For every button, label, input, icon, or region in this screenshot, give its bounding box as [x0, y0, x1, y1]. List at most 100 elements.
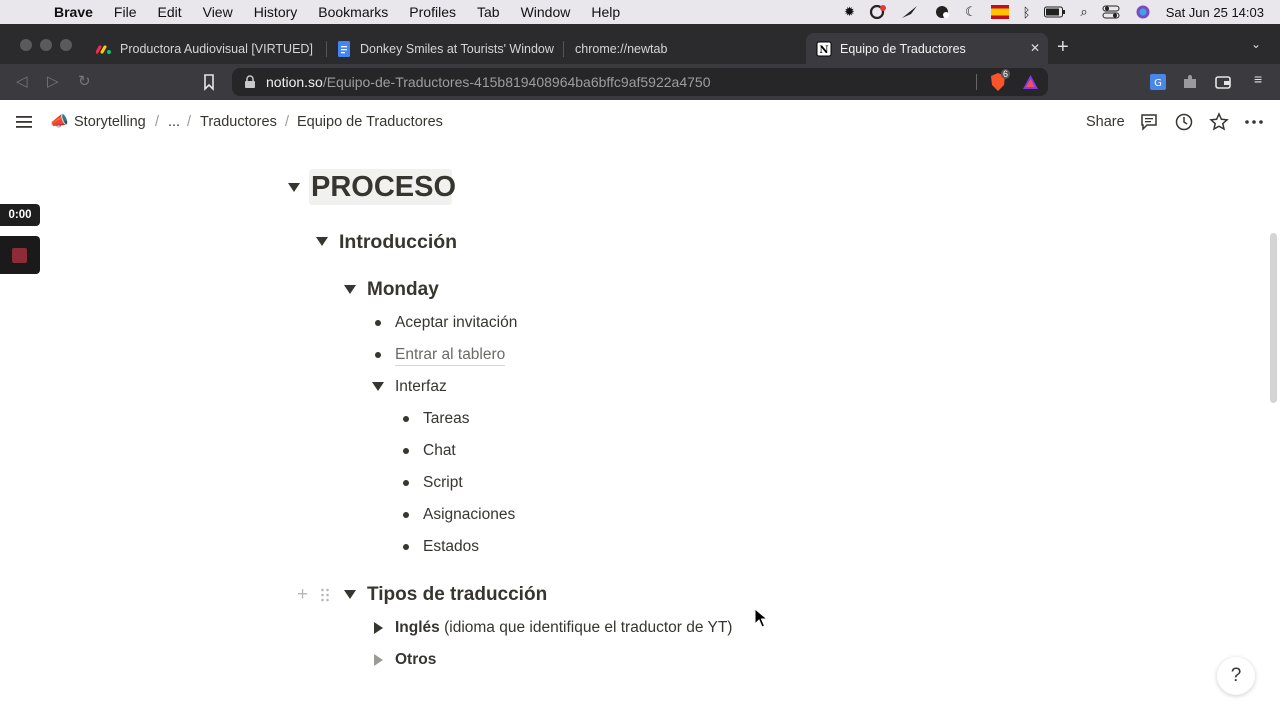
toggle-arrow-closed-icon[interactable]: [374, 622, 383, 634]
tab-search-chevron-icon[interactable]: ⌄: [1251, 37, 1261, 51]
tab-label: Productora Audiovisual [VIRTUED]: [120, 41, 313, 56]
breadcrumb-ellipsis[interactable]: ...: [168, 114, 180, 130]
list-item[interactable]: Tareas: [423, 410, 470, 428]
add-block-icon[interactable]: +: [297, 584, 308, 606]
window-close-button[interactable]: [20, 39, 32, 51]
tab-donkey-smiles[interactable]: Donkey Smiles at Tourists' Window: [336, 33, 558, 64]
heading-introduccion[interactable]: Introducción: [339, 231, 457, 254]
toggle-arrow-open-icon[interactable]: [344, 285, 356, 294]
menu-app-name[interactable]: Brave: [54, 4, 93, 20]
tab-equipo-de-traductores[interactable]: N Equipo de Traductores ✕: [806, 33, 1048, 64]
tab-newtab[interactable]: chrome://newtab: [575, 33, 775, 64]
list-item[interactable]: Asignaciones: [423, 506, 515, 524]
shields-count: 6: [1001, 69, 1011, 79]
lock-icon: [245, 75, 255, 88]
google-translate-icon[interactable]: G: [1149, 73, 1167, 91]
stop-recording-button[interactable]: [0, 236, 40, 274]
share-button[interactable]: Share: [1086, 114, 1125, 130]
toggle-interfaz[interactable]: Interfaz: [395, 378, 447, 396]
heading-tipos-de-traduccion[interactable]: Tipos de traducción: [367, 584, 547, 606]
toggle-arrow-open-icon[interactable]: [288, 183, 300, 192]
toggle-ingles-note: (idioma que identifique el traductor de …: [439, 619, 733, 636]
browser-menu-icon[interactable]: ≡: [1254, 71, 1272, 89]
control-center-icon[interactable]: [1102, 5, 1120, 19]
bullet-icon: [403, 544, 409, 550]
breadcrumb-current-page[interactable]: Equipo de Traductores: [297, 114, 443, 130]
tab-label: chrome://newtab: [575, 41, 668, 56]
tab-productora[interactable]: Productora Audiovisual [VIRTUED]: [96, 33, 324, 64]
brave-rewards-icon[interactable]: [1022, 74, 1039, 91]
toggle-otros[interactable]: Otros: [395, 651, 436, 669]
list-item[interactable]: Estados: [423, 538, 479, 556]
menu-file[interactable]: File: [114, 4, 137, 20]
menu-clock[interactable]: Sat Jun 25 14:03: [1166, 5, 1264, 20]
page-scrollbar[interactable]: [1270, 233, 1277, 403]
menu-history[interactable]: History: [254, 4, 298, 20]
menu-tab[interactable]: Tab: [477, 4, 500, 20]
toggle-arrow-open-icon[interactable]: [344, 590, 356, 599]
toggle-ingles[interactable]: Inglés (idioma que identifique el traduc…: [395, 619, 732, 637]
toggle-arrow-closed-icon[interactable]: [374, 654, 383, 666]
menu-help[interactable]: Help: [591, 4, 620, 20]
menu-profiles[interactable]: Profiles: [409, 4, 456, 20]
drag-handle-icon[interactable]: [320, 587, 330, 603]
svg-text:N: N: [819, 45, 828, 56]
bluetooth-icon[interactable]: ᛒ: [1023, 5, 1031, 20]
siri-icon[interactable]: [1134, 5, 1152, 19]
favorite-star-icon[interactable]: [1209, 112, 1229, 132]
window-zoom-button[interactable]: [60, 39, 72, 51]
feather-icon[interactable]: [901, 5, 919, 19]
comments-icon[interactable]: [1139, 112, 1159, 132]
bullet-icon: [403, 448, 409, 454]
list-item[interactable]: Chat: [423, 442, 456, 460]
brave-shields-icon[interactable]: 6: [988, 69, 1011, 92]
back-button[interactable]: ◁: [16, 72, 28, 90]
bullet-icon: [403, 480, 409, 486]
window-minimize-button[interactable]: [40, 39, 52, 51]
brightness-icon[interactable]: ✹: [844, 4, 855, 20]
breadcrumb-storytelling[interactable]: Storytelling: [74, 114, 146, 130]
more-options-icon[interactable]: [1244, 112, 1264, 132]
cloud-sync-icon[interactable]: [933, 5, 951, 19]
heading-monday[interactable]: Monday: [367, 279, 439, 301]
toggle-arrow-open-icon[interactable]: [372, 382, 384, 391]
menu-bookmarks[interactable]: Bookmarks: [318, 4, 388, 20]
battery-icon[interactable]: [1044, 5, 1066, 19]
tab-label: Donkey Smiles at Tourists' Window: [360, 41, 554, 56]
bookmark-icon[interactable]: [200, 73, 218, 91]
heading-proceso[interactable]: PROCESO: [311, 171, 456, 204]
tab-strip: Productora Audiovisual [VIRTUED] Donkey …: [0, 24, 1280, 64]
updates-clock-icon[interactable]: [1174, 112, 1194, 132]
bullet-icon: [375, 320, 381, 326]
breadcrumb-separator: /: [155, 114, 160, 130]
breadcrumb-traductores[interactable]: Traductores: [200, 114, 277, 130]
menu-view[interactable]: View: [203, 4, 233, 20]
notion-topbar: 📣 Storytelling / ... / Traductores / Equ…: [0, 100, 1280, 145]
status-area: ✹ ☾ ᛒ ⌕ Sat Jun 25 14:03: [844, 0, 1264, 24]
menu-edit[interactable]: Edit: [157, 4, 181, 20]
help-button[interactable]: ?: [1217, 657, 1255, 695]
megaphone-icon: 📣: [50, 113, 69, 130]
stop-icon: [12, 248, 27, 263]
toggle-ingles-bold: Inglés: [395, 619, 440, 636]
flag-spain-icon[interactable]: [990, 5, 1009, 19]
bullet-icon: [403, 512, 409, 518]
address-bar[interactable]: notion.so /Equipo-de-Traductores-415b819…: [232, 68, 1048, 96]
reload-button[interactable]: ↻: [78, 72, 91, 90]
toggle-arrow-open-icon[interactable]: [316, 237, 328, 246]
menu-window[interactable]: Window: [521, 4, 571, 20]
new-tab-button[interactable]: +: [1057, 36, 1069, 59]
search-icon[interactable]: ⌕: [1080, 4, 1087, 20]
wallet-icon[interactable]: [1214, 73, 1232, 91]
tab-close-icon[interactable]: ✕: [1030, 41, 1040, 55]
extensions-puzzle-icon[interactable]: [1181, 73, 1199, 91]
moon-icon[interactable]: ☾: [965, 4, 977, 20]
grammarly-icon[interactable]: [869, 5, 887, 19]
list-item[interactable]: Script: [423, 474, 463, 492]
url-host: notion.so: [266, 74, 323, 90]
macos-menu-bar: Brave File Edit View History Bookmarks P…: [0, 0, 1280, 24]
forward-button[interactable]: ▷: [47, 72, 59, 90]
list-item[interactable]: Aceptar invitación: [395, 314, 517, 332]
list-item-link[interactable]: Entrar al tablero: [395, 346, 506, 366]
sidebar-menu-icon[interactable]: [14, 112, 34, 132]
